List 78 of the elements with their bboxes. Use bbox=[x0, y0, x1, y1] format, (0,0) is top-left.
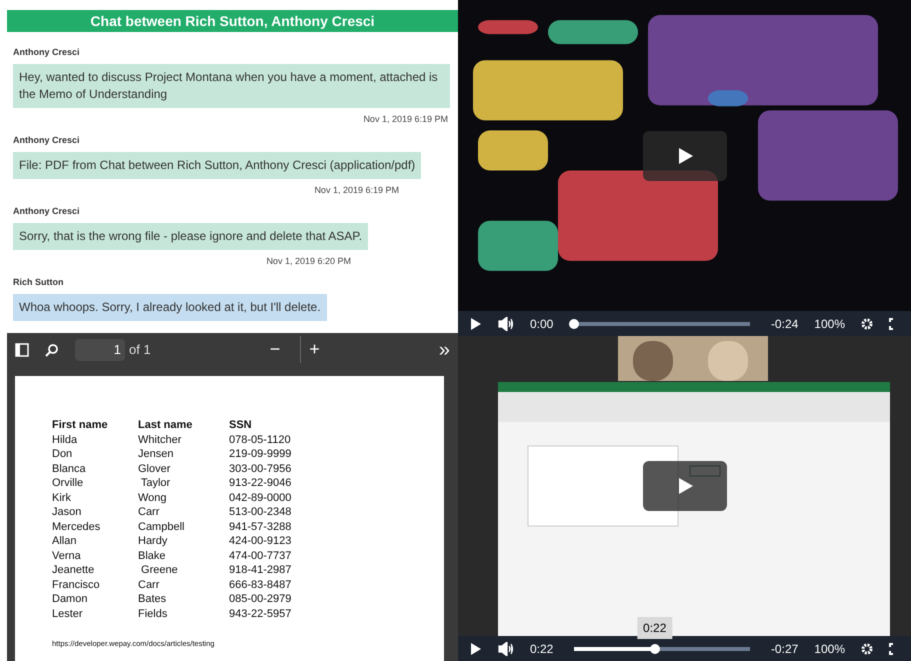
column-header: First name bbox=[52, 418, 109, 432]
remaining-time: -0:27 bbox=[770, 640, 798, 658]
elapsed-time: 0:00 bbox=[530, 316, 554, 332]
message-bubble: Whoa whoops. Sorry, I already looked at it, but I'll delete. bbox=[13, 294, 327, 320]
message-bubble: File: PDF from Chat between Rich Sutton, Anthony Cresci (application/pdf) bbox=[13, 152, 422, 178]
table-cell-text: Glover bbox=[138, 462, 172, 476]
table-cell-text: Jensen bbox=[138, 447, 174, 462]
table-cell-text: Kirk bbox=[52, 490, 72, 505]
table-cell-text: Verna bbox=[52, 548, 82, 563]
table-cell-text: Jason bbox=[52, 505, 82, 520]
column-header: Last name bbox=[138, 418, 194, 432]
zoom-out-button[interactable]: − bbox=[266, 336, 284, 363]
table-cell-text: Orville bbox=[52, 476, 84, 490]
elapsed-time: 0:22 bbox=[530, 640, 554, 658]
table-cell-text: 666-83-8487 bbox=[229, 578, 292, 592]
table-cell-text: Francisco bbox=[52, 578, 101, 592]
table-cell-text: Hilda bbox=[52, 432, 78, 447]
page-number-field[interactable]: 1 bbox=[75, 338, 125, 360]
table-cell-text: Damon bbox=[52, 592, 88, 606]
table-cell-text: Jeanette bbox=[52, 563, 96, 578]
time-tooltip: 0:22 bbox=[637, 616, 672, 638]
sender-name: Rich Sutton bbox=[13, 276, 64, 289]
message-bubble: Hey, wanted to discuss Project Montana when you have a moment, attached is the Memo of Understanding bbox=[13, 64, 450, 108]
table-cell-text: 941-57-3288 bbox=[229, 520, 292, 534]
message-time: Nov 1, 2019 6:20 PM bbox=[266, 254, 352, 268]
table-cell-text: 913-22-9046 bbox=[229, 476, 292, 490]
table-cell-text: 219-09-9999 bbox=[229, 447, 292, 462]
page-count: of 1 bbox=[129, 340, 151, 359]
chat-header: Chat between Rich Sutton, Anthony Cresci bbox=[7, 10, 458, 32]
play-button[interactable] bbox=[642, 130, 726, 180]
column-header: SSN bbox=[229, 418, 253, 432]
table-cell-text: Carr bbox=[138, 578, 160, 592]
table-cell-text: Mercedes bbox=[52, 520, 102, 534]
settings-icon[interactable] bbox=[861, 318, 873, 330]
more-button[interactable]: » bbox=[438, 334, 450, 364]
table-cell-text: 042-89-0000 bbox=[229, 490, 292, 505]
table-cell-text: 424-00-9123 bbox=[229, 534, 292, 548]
message-bubble: Sorry, that is the wrong file - please ignore and delete that ASAP. bbox=[13, 222, 368, 250]
volume-icon[interactable] bbox=[498, 642, 514, 656]
table-cell-text: Campbell bbox=[138, 520, 186, 534]
table-cell-text: Bates bbox=[138, 592, 168, 606]
table-cell-text: Lester bbox=[52, 606, 84, 621]
table-cell-text: 085-00-2979 bbox=[229, 592, 292, 606]
table-cell-text: 078-05-1120 bbox=[229, 432, 292, 447]
play-button[interactable] bbox=[642, 461, 726, 511]
zoom-in-button[interactable]: + bbox=[300, 336, 324, 363]
table-cell-text: 474-00-7737 bbox=[229, 548, 292, 563]
sidebar-icon[interactable] bbox=[15, 342, 29, 356]
message-time: Nov 1, 2019 6:19 PM bbox=[314, 184, 400, 196]
settings-icon[interactable] bbox=[861, 642, 873, 654]
table-cell-text: Greene bbox=[140, 563, 179, 578]
seek-handle[interactable] bbox=[569, 318, 580, 328]
table-cell-text: Fields bbox=[138, 606, 168, 621]
table-cell-text: Don bbox=[52, 447, 74, 462]
table-cell-text: 918-41-2987 bbox=[229, 563, 292, 578]
speed-label[interactable]: 100% bbox=[814, 314, 845, 332]
play-icon[interactable] bbox=[470, 642, 482, 656]
table-cell-text: Wong bbox=[138, 490, 168, 505]
remaining-time: -0:24 bbox=[770, 316, 798, 332]
table-cell-text: Hardy bbox=[138, 534, 168, 548]
play-icon[interactable] bbox=[470, 316, 482, 330]
sender-name: Anthony Cresci bbox=[13, 205, 80, 218]
sender-name: Anthony Cresci bbox=[13, 46, 80, 59]
table-cell-text: 303-00-7956 bbox=[229, 462, 292, 476]
search-icon[interactable] bbox=[45, 342, 59, 356]
table-cell-text: Blake bbox=[138, 548, 167, 563]
table-cell-text: 943-22-5957 bbox=[229, 606, 292, 621]
table-cell-text: Taylor bbox=[140, 476, 172, 490]
table-cell-text: Whitcher bbox=[138, 432, 182, 447]
table-cell-text: 513-00-2348 bbox=[229, 505, 292, 520]
table-cell-text: Allan bbox=[52, 534, 78, 548]
sender-name: Anthony Cresci bbox=[13, 134, 80, 147]
message-time: Nov 1, 2019 6:19 PM bbox=[363, 112, 449, 126]
volume-icon[interactable] bbox=[498, 316, 514, 330]
table-cell-text: Blanca bbox=[52, 462, 87, 476]
table-cell-text: Carr bbox=[138, 505, 160, 520]
speed-label[interactable]: 100% bbox=[814, 640, 845, 658]
seek-handle[interactable] bbox=[650, 644, 660, 654]
